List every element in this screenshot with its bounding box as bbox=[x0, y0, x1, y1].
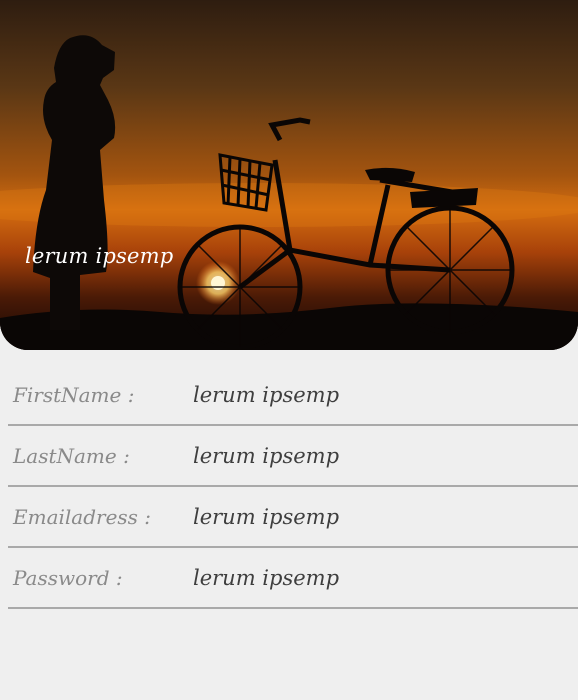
email-label: Emailadress : bbox=[13, 505, 152, 529]
lastname-row[interactable]: LastName : lerum ipsemp bbox=[8, 426, 578, 487]
firstname-label: FirstName : bbox=[13, 383, 135, 407]
lastname-value[interactable]: lerum ipsemp bbox=[193, 444, 339, 468]
email-value[interactable]: lerum ipsemp bbox=[193, 505, 339, 529]
email-row[interactable]: Emailadress : lerum ipsemp bbox=[8, 487, 578, 548]
hero-image: lerum ipsemp bbox=[0, 0, 578, 350]
hero-caption: lerum ipsemp bbox=[25, 244, 174, 268]
password-label: Password : bbox=[13, 566, 123, 590]
sunset-photo bbox=[0, 0, 578, 350]
password-value[interactable]: lerum ipsemp bbox=[193, 566, 339, 590]
firstname-value[interactable]: lerum ipsemp bbox=[193, 383, 339, 407]
firstname-row[interactable]: FirstName : lerum ipsemp bbox=[8, 365, 578, 426]
password-row[interactable]: Password : lerum ipsemp bbox=[8, 548, 578, 609]
profile-form: FirstName : lerum ipsemp LastName : leru… bbox=[0, 365, 578, 609]
lastname-label: LastName : bbox=[13, 444, 130, 468]
